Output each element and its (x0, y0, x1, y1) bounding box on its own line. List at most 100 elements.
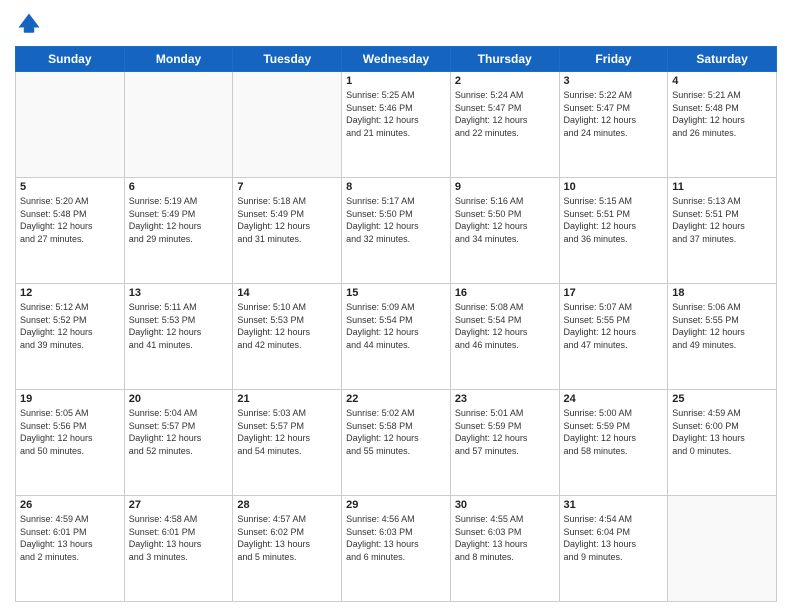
calendar-cell: 9 Sunrise: 5:16 AM Sunset: 5:50 PM Daylig… (450, 178, 559, 284)
day-number: 16 (455, 287, 555, 299)
cell-content: Sunrise: 5:11 AM Sunset: 5:53 PM Dayligh… (129, 301, 229, 351)
page: SundayMondayTuesdayWednesdayThursdayFrid… (0, 0, 792, 612)
cell-content: Sunrise: 4:55 AM Sunset: 6:03 PM Dayligh… (455, 513, 555, 563)
calendar-cell: 26 Sunrise: 4:59 AM Sunset: 6:01 PM Dayli… (16, 496, 125, 602)
day-number: 26 (20, 499, 120, 511)
weekday-header: Sunday (16, 47, 125, 72)
calendar-cell: 27 Sunrise: 4:58 AM Sunset: 6:01 PM Dayli… (124, 496, 233, 602)
calendar-cell: 14 Sunrise: 5:10 AM Sunset: 5:53 PM Dayli… (233, 284, 342, 390)
day-number: 6 (129, 181, 229, 193)
cell-content: Sunrise: 5:24 AM Sunset: 5:47 PM Dayligh… (455, 89, 555, 139)
calendar-cell: 10 Sunrise: 5:15 AM Sunset: 5:51 PM Dayli… (559, 178, 668, 284)
day-number: 2 (455, 75, 555, 87)
calendar-cell (233, 72, 342, 178)
calendar-cell: 7Sunrise: 5:18 AM Sunset: 5:49 PM Daylig… (233, 178, 342, 284)
calendar-cell: 8Sunrise: 5:17 AM Sunset: 5:50 PM Daylig… (342, 178, 451, 284)
cell-content: Sunrise: 5:16 AM Sunset: 5:50 PM Dayligh… (455, 195, 555, 245)
weekday-header: Thursday (450, 47, 559, 72)
day-number: 9 (455, 181, 555, 193)
cell-content: Sunrise: 5:21 AM Sunset: 5:48 PM Dayligh… (672, 89, 772, 139)
cell-content: Sunrise: 5:01 AM Sunset: 5:59 PM Dayligh… (455, 407, 555, 457)
cell-content: Sunrise: 5:07 AM Sunset: 5:55 PM Dayligh… (564, 301, 664, 351)
calendar-cell: 5 Sunrise: 5:20 AM Sunset: 5:48 PM Daylig… (16, 178, 125, 284)
cell-content: Sunrise: 5:20 AM Sunset: 5:48 PM Dayligh… (20, 195, 120, 245)
day-number: 10 (564, 181, 664, 193)
calendar-cell: 19 Sunrise: 5:05 AM Sunset: 5:56 PM Dayli… (16, 390, 125, 496)
calendar-cell: 4 Sunrise: 5:21 AM Sunset: 5:48 PM Daylig… (668, 72, 777, 178)
cell-content: Sunrise: 5:05 AM Sunset: 5:56 PM Dayligh… (20, 407, 120, 457)
day-number: 14 (237, 287, 337, 299)
cell-content: Sunrise: 5:12 AM Sunset: 5:52 PM Dayligh… (20, 301, 120, 351)
calendar-cell: 30Sunrise: 4:55 AM Sunset: 6:03 PM Dayli… (450, 496, 559, 602)
weekday-header: Wednesday (342, 47, 451, 72)
day-number: 19 (20, 393, 120, 405)
cell-content: Sunrise: 4:57 AM Sunset: 6:02 PM Dayligh… (237, 513, 337, 563)
cell-content: Sunrise: 5:13 AM Sunset: 5:51 PM Dayligh… (672, 195, 772, 245)
calendar-table: SundayMondayTuesdayWednesdayThursdayFrid… (15, 46, 777, 602)
calendar-cell: 11 Sunrise: 5:13 AM Sunset: 5:51 PM Dayli… (668, 178, 777, 284)
header (15, 10, 777, 38)
cell-content: Sunrise: 5:10 AM Sunset: 5:53 PM Dayligh… (237, 301, 337, 351)
calendar-header-row: SundayMondayTuesdayWednesdayThursdayFrid… (16, 47, 777, 72)
day-number: 27 (129, 499, 229, 511)
day-number: 8 (346, 181, 446, 193)
day-number: 1 (346, 75, 446, 87)
calendar-cell: 28 Sunrise: 4:57 AM Sunset: 6:02 PM Dayli… (233, 496, 342, 602)
cell-content: Sunrise: 5:22 AM Sunset: 5:47 PM Dayligh… (564, 89, 664, 139)
calendar-cell: 15Sunrise: 5:09 AM Sunset: 5:54 PM Dayli… (342, 284, 451, 390)
day-number: 28 (237, 499, 337, 511)
calendar-cell (16, 72, 125, 178)
calendar-cell: 24Sunrise: 5:00 AM Sunset: 5:59 PM Dayli… (559, 390, 668, 496)
cell-content: Sunrise: 5:06 AM Sunset: 5:55 PM Dayligh… (672, 301, 772, 351)
calendar-cell: 18 Sunrise: 5:06 AM Sunset: 5:55 PM Dayli… (668, 284, 777, 390)
day-number: 17 (564, 287, 664, 299)
day-number: 20 (129, 393, 229, 405)
calendar-cell: 25Sunrise: 4:59 AM Sunset: 6:00 PM Dayli… (668, 390, 777, 496)
calendar-cell: 17 Sunrise: 5:07 AM Sunset: 5:55 PM Dayli… (559, 284, 668, 390)
cell-content: Sunrise: 5:02 AM Sunset: 5:58 PM Dayligh… (346, 407, 446, 457)
cell-content: Sunrise: 5:15 AM Sunset: 5:51 PM Dayligh… (564, 195, 664, 245)
calendar-cell: 12 Sunrise: 5:12 AM Sunset: 5:52 PM Dayli… (16, 284, 125, 390)
cell-content: Sunrise: 5:04 AM Sunset: 5:57 PM Dayligh… (129, 407, 229, 457)
weekday-header: Tuesday (233, 47, 342, 72)
weekday-header: Monday (124, 47, 233, 72)
calendar-cell: 1 Sunrise: 5:25 AM Sunset: 5:46 PM Daylig… (342, 72, 451, 178)
logo-icon (15, 10, 43, 38)
calendar-cell: 3 Sunrise: 5:22 AM Sunset: 5:47 PM Daylig… (559, 72, 668, 178)
cell-content: Sunrise: 4:56 AM Sunset: 6:03 PM Dayligh… (346, 513, 446, 563)
day-number: 18 (672, 287, 772, 299)
day-number: 11 (672, 181, 772, 193)
calendar-cell: 31Sunrise: 4:54 AM Sunset: 6:04 PM Dayli… (559, 496, 668, 602)
calendar-week-row: 12 Sunrise: 5:12 AM Sunset: 5:52 PM Dayli… (16, 284, 777, 390)
calendar-cell (668, 496, 777, 602)
calendar-week-row: 26 Sunrise: 4:59 AM Sunset: 6:01 PM Dayli… (16, 496, 777, 602)
cell-content: Sunrise: 5:19 AM Sunset: 5:49 PM Dayligh… (129, 195, 229, 245)
calendar-week-row: 5 Sunrise: 5:20 AM Sunset: 5:48 PM Daylig… (16, 178, 777, 284)
day-number: 21 (237, 393, 337, 405)
calendar-cell: 21 Sunrise: 5:03 AM Sunset: 5:57 PM Dayli… (233, 390, 342, 496)
calendar-cell: 16 Sunrise: 5:08 AM Sunset: 5:54 PM Dayli… (450, 284, 559, 390)
logo (15, 10, 47, 38)
day-number: 5 (20, 181, 120, 193)
calendar-week-row: 1 Sunrise: 5:25 AM Sunset: 5:46 PM Daylig… (16, 72, 777, 178)
calendar-cell: 20 Sunrise: 5:04 AM Sunset: 5:57 PM Dayli… (124, 390, 233, 496)
cell-content: Sunrise: 5:09 AM Sunset: 5:54 PM Dayligh… (346, 301, 446, 351)
day-number: 12 (20, 287, 120, 299)
day-number: 23 (455, 393, 555, 405)
calendar-cell: 2 Sunrise: 5:24 AM Sunset: 5:47 PM Daylig… (450, 72, 559, 178)
day-number: 3 (564, 75, 664, 87)
cell-content: Sunrise: 4:54 AM Sunset: 6:04 PM Dayligh… (564, 513, 664, 563)
calendar-cell: 13 Sunrise: 5:11 AM Sunset: 5:53 PM Dayli… (124, 284, 233, 390)
day-number: 25 (672, 393, 772, 405)
cell-content: Sunrise: 4:59 AM Sunset: 6:01 PM Dayligh… (20, 513, 120, 563)
cell-content: Sunrise: 5:03 AM Sunset: 5:57 PM Dayligh… (237, 407, 337, 457)
cell-content: Sunrise: 5:08 AM Sunset: 5:54 PM Dayligh… (455, 301, 555, 351)
day-number: 29 (346, 499, 446, 511)
day-number: 13 (129, 287, 229, 299)
calendar-cell (124, 72, 233, 178)
cell-content: Sunrise: 5:25 AM Sunset: 5:46 PM Dayligh… (346, 89, 446, 139)
day-number: 7 (237, 181, 337, 193)
cell-content: Sunrise: 4:58 AM Sunset: 6:01 PM Dayligh… (129, 513, 229, 563)
day-number: 22 (346, 393, 446, 405)
day-number: 4 (672, 75, 772, 87)
